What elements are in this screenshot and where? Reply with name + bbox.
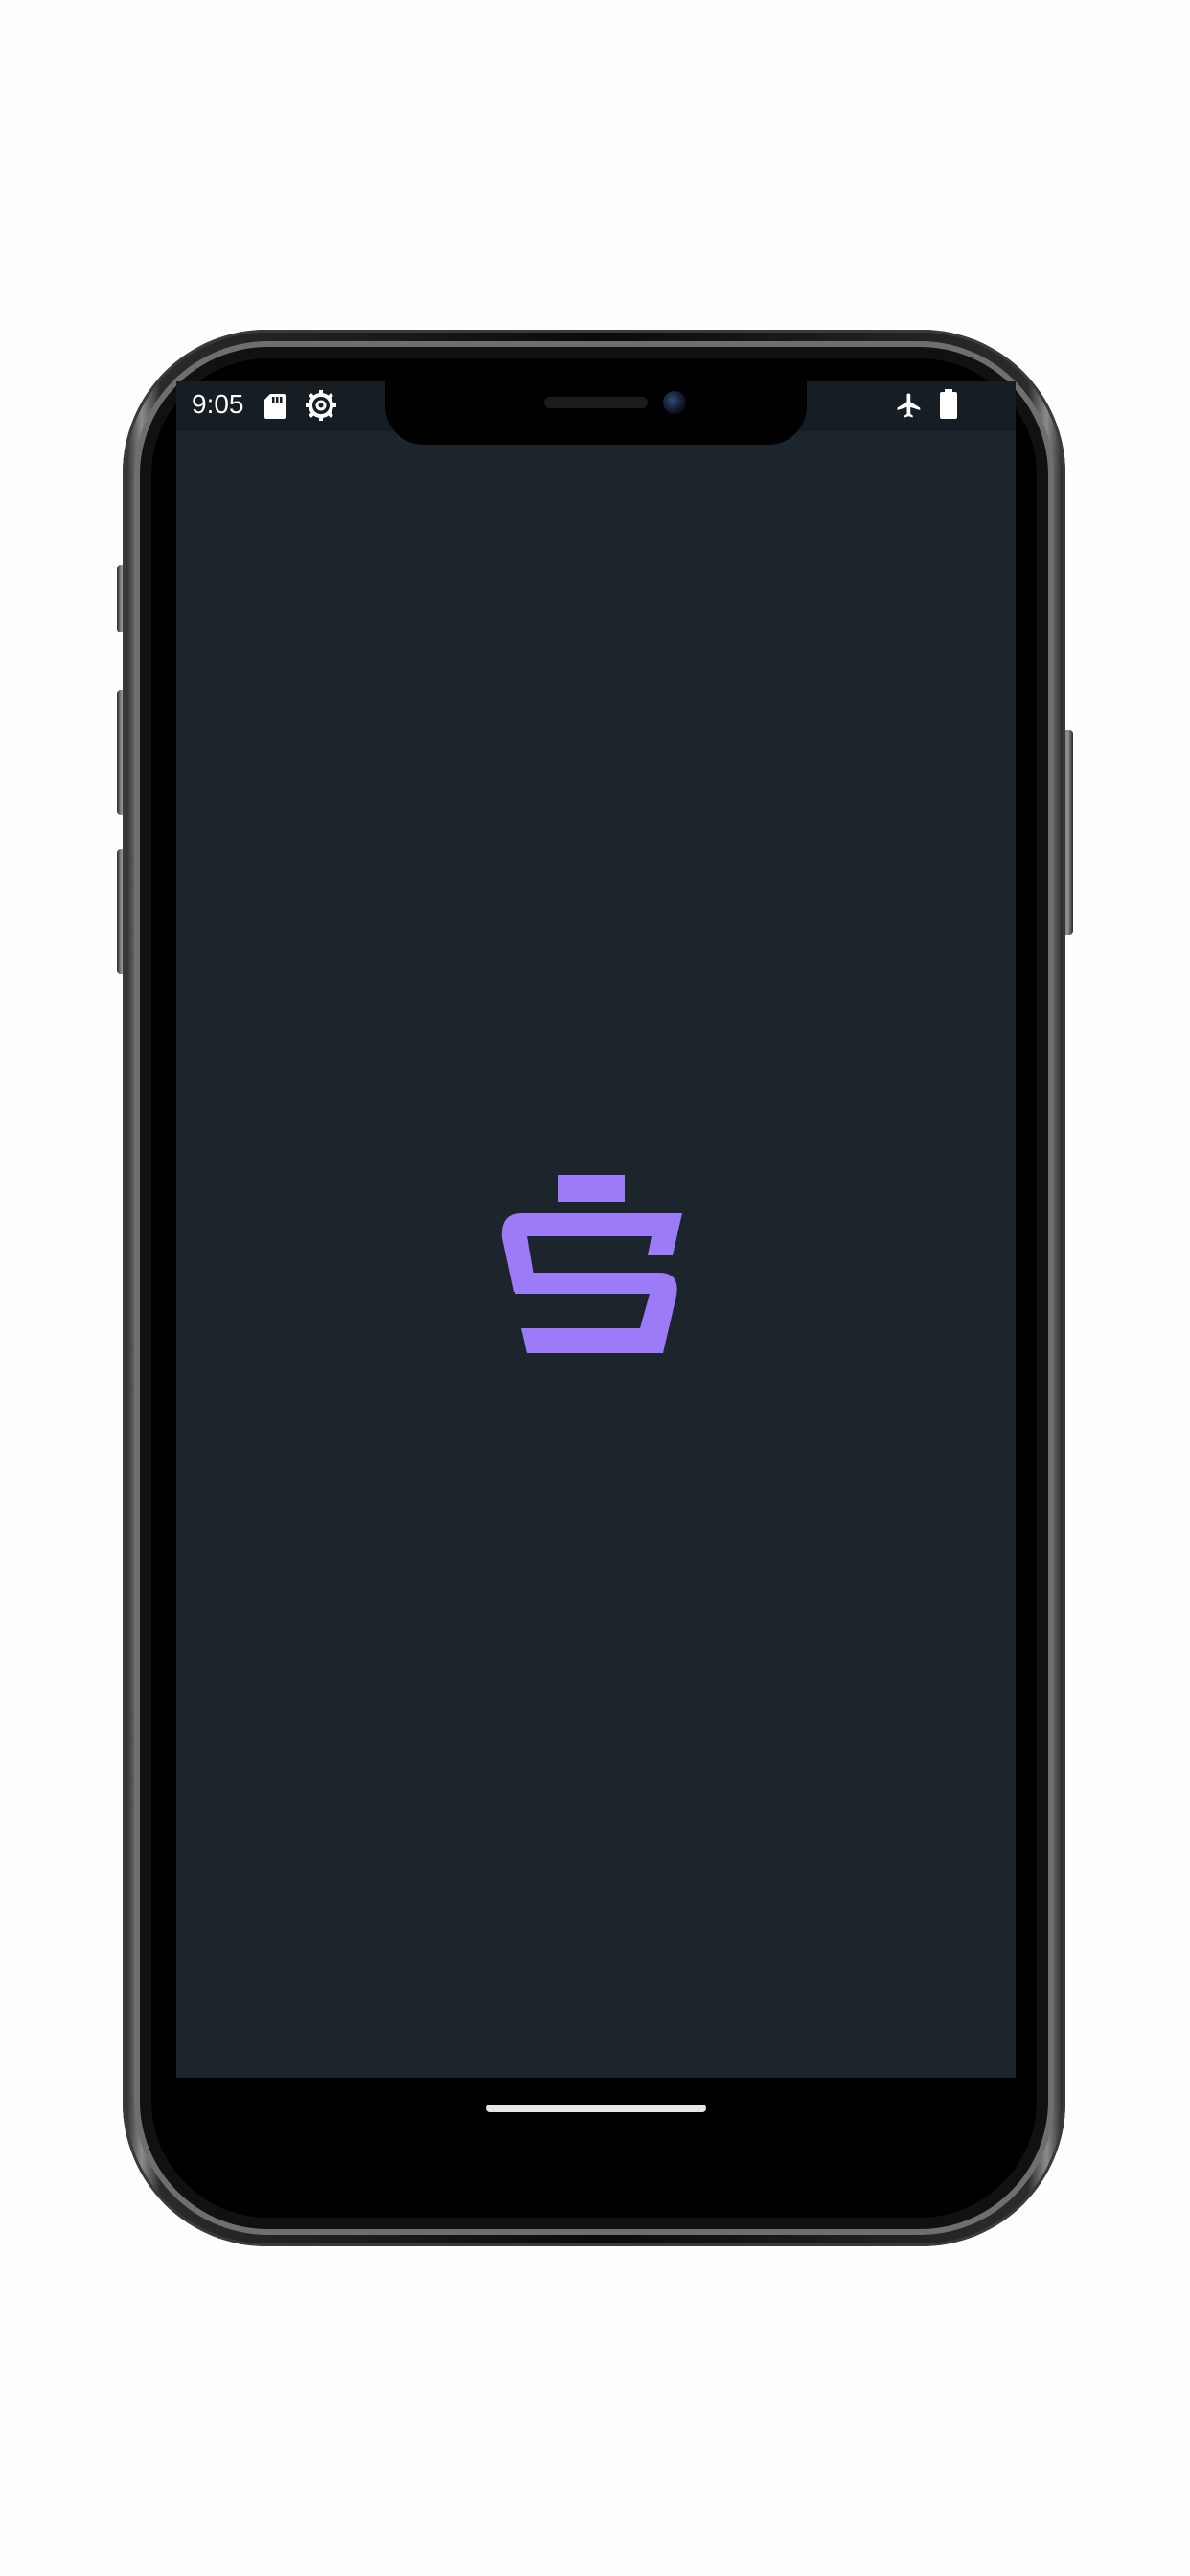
notch (385, 381, 807, 445)
device-mockup: 9:05 (0, 0, 1190, 2576)
sd-card-icon (264, 393, 286, 425)
app-logo-s-icon (500, 1175, 692, 1353)
status-time: 9:05 (192, 389, 244, 419)
front-camera (663, 391, 686, 414)
battery-icon (939, 389, 958, 425)
home-indicator[interactable] (486, 2104, 706, 2112)
app-screen: 9:05 (176, 381, 1016, 2147)
airplane-mode-icon (895, 391, 924, 425)
navigation-bar (176, 2078, 1016, 2147)
earpiece-speaker (544, 397, 648, 408)
settings-gear-icon (305, 389, 337, 426)
